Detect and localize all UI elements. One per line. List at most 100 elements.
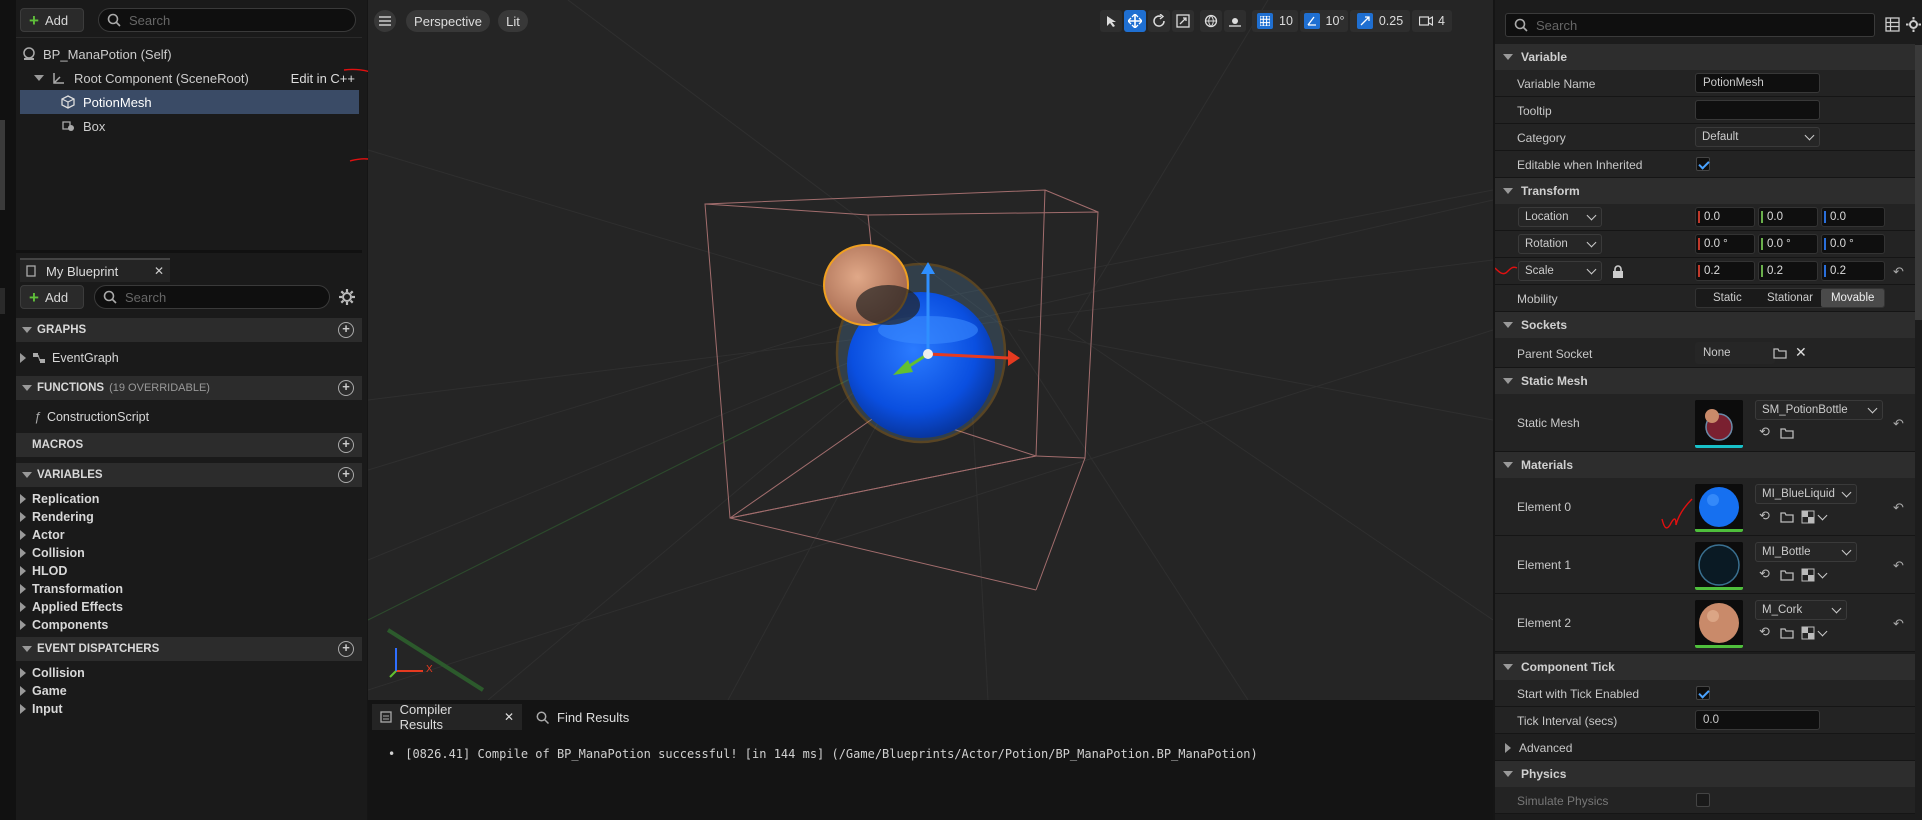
- browse-folder-icon[interactable]: [1780, 626, 1794, 640]
- settings-gear-icon[interactable]: [338, 288, 356, 306]
- materials-section-header[interactable]: Materials: [1495, 452, 1915, 478]
- checker-icon[interactable]: [1801, 568, 1815, 582]
- sockets-section-header[interactable]: Sockets: [1495, 312, 1915, 338]
- variable-category-actor[interactable]: Actor: [20, 526, 65, 544]
- scale-dropdown[interactable]: Scale: [1518, 261, 1602, 281]
- my-blueprint-search-input[interactable]: Search: [94, 285, 330, 309]
- lit-button[interactable]: Lit: [498, 10, 528, 32]
- components-search-input[interactable]: Search: [98, 8, 356, 32]
- transform-section-header[interactable]: Transform: [1495, 178, 1915, 204]
- reset-to-default-icon[interactable]: ↶: [1893, 416, 1907, 431]
- select-tool-button[interactable]: [1100, 10, 1122, 32]
- chevron-down-icon[interactable]: [1817, 510, 1828, 521]
- clear-icon[interactable]: ✕: [1795, 344, 1807, 361]
- advanced-toggle[interactable]: Advanced: [1505, 741, 1572, 755]
- variable-category-collision[interactable]: Collision: [20, 544, 85, 562]
- mobility-movable-option[interactable]: Movable: [1821, 289, 1885, 307]
- close-tab-icon[interactable]: ✕: [154, 264, 164, 278]
- scale-snap-button[interactable]: 0.25: [1350, 10, 1410, 32]
- mobility-stationary-option[interactable]: Stationar: [1759, 289, 1822, 307]
- add-macro-icon[interactable]: +: [338, 437, 354, 453]
- table-view-icon[interactable]: [1885, 17, 1901, 33]
- browse-folder-icon[interactable]: [1773, 346, 1787, 360]
- start-tick-checkbox[interactable]: [1696, 686, 1710, 700]
- variable-section-header[interactable]: Variable: [1495, 44, 1915, 70]
- checker-icon[interactable]: [1801, 510, 1815, 524]
- chevron-down-icon[interactable]: [1817, 626, 1828, 637]
- tick-interval-field[interactable]: 0.0: [1695, 710, 1820, 730]
- variable-category-applied-effects[interactable]: Applied Effects: [20, 598, 123, 616]
- viewport[interactable]: X Perspective Lit 10 10° 0.25 4: [368, 0, 1493, 700]
- tab-compiler-results[interactable]: Compiler Results ✕: [372, 702, 522, 732]
- dispatcher-category-game[interactable]: Game: [20, 682, 67, 700]
- material-2-dropdown[interactable]: M_Cork: [1755, 600, 1847, 620]
- tooltip-field[interactable]: [1695, 100, 1820, 120]
- use-selected-icon[interactable]: ⟲: [1759, 508, 1770, 524]
- scale-z-field[interactable]: 0.2: [1821, 261, 1885, 281]
- edge-tab[interactable]: [0, 288, 5, 314]
- chevron-down-icon[interactable]: [1817, 568, 1828, 579]
- advanced-row[interactable]: Advanced: [1495, 734, 1915, 761]
- scale-y-field[interactable]: 0.2: [1758, 261, 1818, 281]
- world-local-button[interactable]: [1200, 10, 1222, 32]
- mobility-static-option[interactable]: Static: [1696, 289, 1759, 307]
- function-item-constructionscript[interactable]: ƒ ConstructionScript: [34, 408, 149, 426]
- viewport-menu-button[interactable]: [374, 10, 396, 32]
- static-mesh-section-header[interactable]: Static Mesh: [1495, 368, 1915, 394]
- add-variable-icon[interactable]: +: [338, 467, 354, 483]
- reset-to-default-icon[interactable]: ↶: [1893, 500, 1907, 515]
- material-0-dropdown[interactable]: MI_BlueLiquid: [1755, 484, 1857, 504]
- add-component-button[interactable]: + Add: [20, 8, 84, 32]
- settings-gear-icon[interactable]: [1905, 16, 1922, 33]
- browse-folder-icon[interactable]: [1780, 568, 1794, 582]
- graph-item-eventgraph[interactable]: EventGraph: [20, 349, 119, 367]
- material-2-thumbnail[interactable]: [1695, 600, 1743, 648]
- rotation-y-field[interactable]: 0.0 °: [1758, 234, 1818, 254]
- static-mesh-dropdown[interactable]: SM_PotionBottle: [1755, 400, 1883, 420]
- use-selected-icon[interactable]: ⟲: [1759, 566, 1770, 582]
- scale-x-field[interactable]: 0.2: [1695, 261, 1755, 281]
- edge-scrollbar[interactable]: [0, 120, 5, 210]
- component-root[interactable]: Root Component (SceneRoot) Edit in C++: [34, 66, 359, 90]
- translate-tool-button[interactable]: [1124, 10, 1146, 32]
- variables-section-header[interactable]: VARIABLES +: [16, 463, 362, 487]
- component-self[interactable]: BP_ManaPotion (Self): [22, 42, 361, 66]
- lock-icon[interactable]: [1612, 265, 1624, 278]
- checker-icon[interactable]: [1801, 626, 1815, 640]
- browse-folder-icon[interactable]: [1780, 426, 1794, 440]
- use-selected-icon[interactable]: ⟲: [1759, 424, 1770, 440]
- material-0-thumbnail[interactable]: [1695, 484, 1743, 532]
- details-search-input[interactable]: Search: [1505, 13, 1875, 37]
- dispatcher-category-collision[interactable]: Collision: [20, 664, 85, 682]
- variable-category-transformation[interactable]: Transformation: [20, 580, 123, 598]
- surface-snap-button[interactable]: [1224, 10, 1246, 32]
- physics-section-header[interactable]: Physics: [1495, 761, 1915, 787]
- grid-snap-button[interactable]: 10: [1252, 10, 1298, 32]
- graphs-section-header[interactable]: GRAPHS +: [16, 318, 362, 342]
- camera-speed-button[interactable]: 4: [1412, 10, 1452, 32]
- component-item-box[interactable]: Box: [20, 114, 359, 138]
- variable-name-field[interactable]: PotionMesh: [1695, 73, 1820, 93]
- simulate-physics-checkbox[interactable]: [1696, 793, 1710, 807]
- add-member-button[interactable]: + Add: [20, 285, 84, 309]
- location-z-field[interactable]: 0.0: [1821, 207, 1885, 227]
- tab-find-results[interactable]: Find Results: [536, 704, 629, 730]
- add-event-dispatcher-icon[interactable]: +: [338, 641, 354, 657]
- event-dispatchers-section-header[interactable]: EVENT DISPATCHERS +: [16, 637, 362, 661]
- add-function-icon[interactable]: +: [338, 380, 354, 396]
- perspective-button[interactable]: Perspective: [406, 10, 490, 32]
- static-mesh-thumbnail[interactable]: [1695, 400, 1743, 448]
- variable-category-components[interactable]: Components: [20, 616, 108, 634]
- material-1-thumbnail[interactable]: [1695, 542, 1743, 590]
- dispatcher-category-input[interactable]: Input: [20, 700, 63, 718]
- editable-inherited-checkbox[interactable]: [1696, 157, 1710, 171]
- reset-to-default-icon[interactable]: ↶: [1893, 616, 1907, 631]
- reset-to-default-icon[interactable]: ↶: [1893, 264, 1907, 279]
- location-y-field[interactable]: 0.0: [1758, 207, 1818, 227]
- material-1-dropdown[interactable]: MI_Bottle: [1755, 542, 1857, 562]
- category-dropdown[interactable]: Default: [1695, 127, 1820, 147]
- macros-section-header[interactable]: MACROS +: [16, 433, 362, 457]
- use-selected-icon[interactable]: ⟲: [1759, 624, 1770, 640]
- variable-category-replication[interactable]: Replication: [20, 490, 99, 508]
- rotation-z-field[interactable]: 0.0 °: [1821, 234, 1885, 254]
